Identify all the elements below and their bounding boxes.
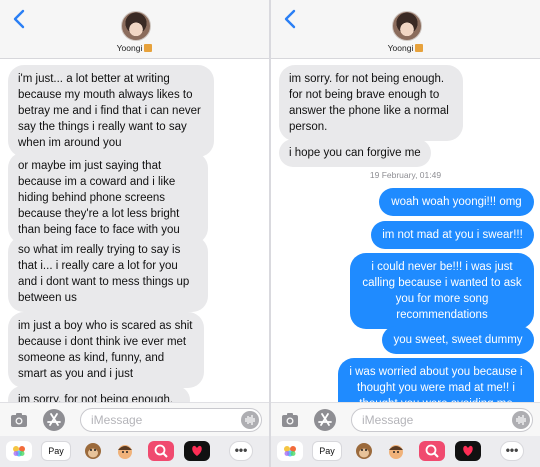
incoming-message[interactable]: i'm just... a lot better at writing beca…	[8, 65, 214, 157]
camera-icon[interactable]	[10, 411, 28, 429]
contact-name-row[interactable]: Yoongi	[271, 43, 540, 53]
contact-emoji-icon	[144, 44, 153, 52]
image-search-icon[interactable]	[148, 441, 174, 461]
message-input[interactable]: iMessage	[351, 408, 533, 432]
message-timestamp: 19 February, 01:49	[369, 170, 442, 180]
contact-emoji-icon	[415, 44, 424, 52]
more-label: •••	[505, 443, 519, 457]
apple-pay-label: Pay	[48, 446, 64, 456]
outgoing-message[interactable]: you sweet, sweet dummy	[382, 326, 534, 354]
monkey-memoji-icon[interactable]	[351, 441, 377, 461]
monkey-memoji-icon[interactable]	[80, 441, 106, 461]
message-input-placeholder: iMessage	[362, 413, 414, 427]
apple-pay-icon[interactable]: Pay	[41, 441, 71, 461]
mic-waveform-icon[interactable]	[512, 411, 530, 429]
app-store-icon[interactable]	[314, 409, 336, 431]
message-list: i'm just... a lot better at writing beca…	[0, 58, 269, 402]
incoming-message[interactable]: im sorry. for not being enough.	[8, 386, 190, 402]
app-store-icon[interactable]	[43, 409, 65, 431]
back-chevron-icon[interactable]	[9, 8, 31, 30]
message-input-placeholder: iMessage	[91, 413, 143, 427]
outgoing-message[interactable]: i was worried about you because i though…	[338, 358, 534, 402]
conversation-screen-right: Yoongi im sorry. for not being enough. f…	[271, 0, 540, 467]
more-label: •••	[234, 443, 248, 457]
camera-icon[interactable]	[281, 411, 299, 429]
incoming-message[interactable]: so what im really trying to say is that …	[8, 236, 208, 312]
contact-avatar[interactable]	[392, 11, 422, 41]
image-search-icon[interactable]	[419, 441, 445, 461]
apple-pay-label: Pay	[319, 446, 335, 456]
message-list: im sorry. for not being enough. for not …	[271, 58, 540, 402]
composer-bar: iMessage	[271, 402, 540, 437]
conversation-screen-left: Yoongi i'm just... a lot better at writi…	[0, 0, 269, 467]
more-icon[interactable]: •••	[500, 441, 524, 461]
digital-touch-icon[interactable]	[184, 441, 210, 461]
contact-name: Yoongi	[116, 43, 143, 53]
back-chevron-icon[interactable]	[280, 8, 302, 30]
apple-pay-icon[interactable]: Pay	[312, 441, 342, 461]
app-drawer: Pay •••	[271, 436, 540, 467]
incoming-message[interactable]: im just a boy who is scared as shit beca…	[8, 312, 204, 388]
incoming-message[interactable]: or maybe im just saying that because im …	[8, 152, 208, 244]
photos-icon[interactable]	[6, 441, 32, 461]
message-input[interactable]: iMessage	[80, 408, 262, 432]
outgoing-message[interactable]: im not mad at you i swear!!!	[371, 221, 534, 249]
more-icon[interactable]: •••	[229, 441, 253, 461]
app-drawer: Pay •••	[0, 436, 269, 467]
composer-bar: iMessage	[0, 402, 269, 437]
photos-icon[interactable]	[277, 441, 303, 461]
incoming-message[interactable]: im sorry. for not being enough. for not …	[279, 65, 463, 141]
outgoing-message[interactable]: woah woah yoongi!!! omg	[379, 188, 534, 216]
digital-touch-icon[interactable]	[455, 441, 481, 461]
conversation-header: Yoongi	[0, 0, 269, 59]
memoji-icon[interactable]	[383, 441, 409, 461]
memoji-icon[interactable]	[112, 441, 138, 461]
contact-name: Yoongi	[387, 43, 414, 53]
incoming-message[interactable]: i hope you can forgive me	[279, 139, 431, 167]
contact-avatar[interactable]	[121, 11, 151, 41]
conversation-header: Yoongi	[271, 0, 540, 59]
mic-waveform-icon[interactable]	[241, 411, 259, 429]
contact-name-row[interactable]: Yoongi	[0, 43, 269, 53]
outgoing-message[interactable]: i could never be!!! i was just calling b…	[350, 253, 534, 329]
